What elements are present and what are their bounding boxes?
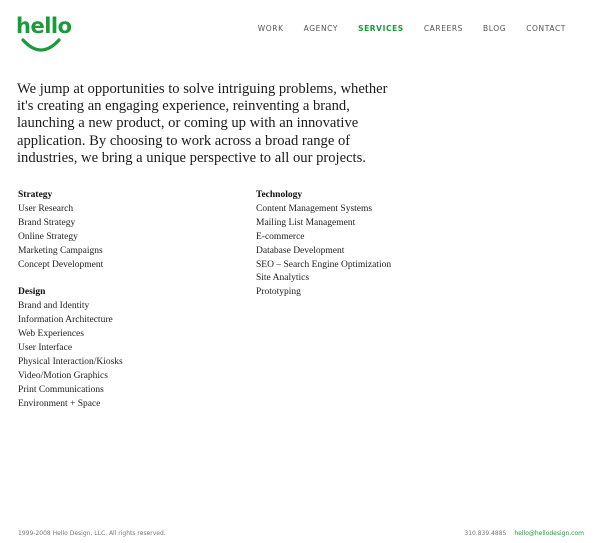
list-item: Mailing List Management (256, 217, 356, 228)
list-item: Web Experiences (18, 329, 84, 340)
footer-contact: 310.839.4885 hello@hellodesign.com (464, 529, 584, 538)
technology-list: Content Management Systems Mailing List … (256, 203, 476, 300)
intro-paragraph: We jump at opportunities to solve intrig… (17, 81, 388, 166)
list-item: User Research (18, 203, 74, 214)
list-item: Content Management Systems (256, 203, 373, 214)
phone-number: 310.839.4885 (464, 530, 507, 537)
nav-item-agency[interactable]: AGENCY (304, 24, 338, 34)
services-column-right: Technology Content Management Systems Ma… (256, 189, 476, 314)
group-heading-design: Design (18, 287, 46, 298)
strategy-list: User Research Brand Strategy Online Stra… (18, 203, 238, 273)
list-item: Brand and Identity (18, 301, 90, 312)
list-item: Print Communications (18, 384, 104, 395)
logo-wordmark: hello (16, 14, 72, 38)
list-item: Site Analytics (256, 273, 310, 284)
nav-item-work[interactable]: WORK (258, 24, 284, 34)
nav-item-contact[interactable]: CONTACT (526, 24, 566, 34)
list-item: SEO – Search Engine Optimization (256, 259, 392, 270)
email-link[interactable]: hello@hellodesign.com (514, 529, 584, 538)
list-item: Information Architecture (18, 315, 113, 326)
group-heading-technology: Technology (256, 190, 303, 200)
list-item: Concept Development (18, 259, 104, 270)
nav-item-services[interactable]: SERVICES (358, 24, 404, 34)
list-item: E-commerce (256, 231, 305, 242)
service-group-design: Design Brand and Identity Information Ar… (18, 286, 238, 411)
list-item: Online Strategy (18, 231, 78, 242)
services-column-left: Strategy User Research Brand Strategy On… (18, 189, 238, 426)
list-item: Brand Strategy (18, 217, 76, 228)
group-heading-strategy: Strategy (18, 190, 53, 200)
nav-item-blog[interactable]: BLOG (483, 24, 506, 34)
list-item: Environment + Space (18, 398, 101, 409)
main-nav: WORK AGENCY SERVICES CAREERS BLOG CONTAC… (238, 24, 566, 34)
smile-icon (21, 38, 61, 52)
list-item: Prototyping (256, 287, 301, 298)
copyright-text: 1999-2008 Hello Design, LLC. All rights … (18, 530, 166, 537)
list-item: User Interface (18, 343, 73, 354)
nav-item-careers[interactable]: CAREERS (424, 24, 463, 34)
list-item: Marketing Campaigns (18, 245, 103, 256)
list-item: Video/Motion Graphics (18, 370, 108, 381)
list-item: Database Development (256, 245, 345, 256)
logo-link[interactable]: hello (16, 14, 72, 54)
service-group-technology: Technology Content Management Systems Ma… (256, 189, 476, 300)
design-list: Brand and Identity Information Architect… (18, 300, 238, 411)
list-item: Physical Interaction/Kiosks (18, 356, 123, 367)
service-group-strategy: Strategy User Research Brand Strategy On… (18, 189, 238, 272)
